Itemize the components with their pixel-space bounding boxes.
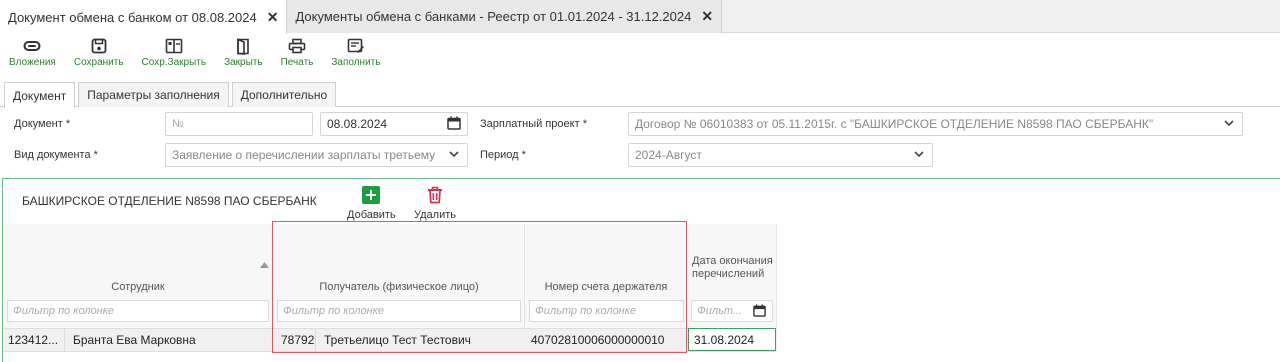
doc-tab-registry[interactable]: Документы обмена с банками - Реестр от 0…: [287, 0, 723, 33]
close-button[interactable]: Закрыть: [215, 36, 272, 76]
delete-button[interactable]: Удалить: [414, 186, 456, 221]
attachments-label: Вложения: [9, 57, 56, 68]
cell-end-date[interactable]: 31.08.2024: [688, 328, 776, 351]
filter-recipient[interactable]: Фильтр по колонке: [277, 300, 521, 322]
period-value: 2024-Август: [635, 148, 702, 162]
doc-tab-document[interactable]: Документ обмена с банком от 08.08.2024 ✕: [0, 0, 288, 34]
filter-account[interactable]: Фильтр по колонке: [529, 300, 684, 322]
save-close-button[interactable]: Сохр.Закрыть: [133, 36, 216, 76]
salary-project-select[interactable]: Договор № 06010383 от 05.11.2015г. с "БА…: [628, 112, 1243, 136]
print-label: Печать: [280, 57, 314, 68]
document-date-input[interactable]: 08.08.2024: [320, 112, 468, 136]
tab-document[interactable]: Документ: [4, 82, 76, 108]
attachments-button[interactable]: Вложения: [0, 36, 65, 76]
chevron-down-icon: [914, 149, 924, 162]
doc-tab-label: Документ обмена с банком от 08.08.2024: [8, 9, 257, 25]
fill-label: Заполнить: [331, 57, 381, 68]
cell-recipient-name: Третьелицо Тест Тестович: [324, 333, 471, 347]
column-header-end-date[interactable]: Дата окончания перечислений: [692, 255, 776, 281]
document-label: Документ *: [14, 118, 71, 130]
calendar-icon[interactable]: [447, 116, 461, 133]
close-icon[interactable]: ✕: [267, 9, 279, 26]
paperclip-icon: [23, 36, 41, 56]
cell-employee-code: 123412...: [3, 328, 65, 352]
filter-employee[interactable]: Фильтр по колонке: [7, 300, 269, 322]
save-close-label: Сохр.Закрыть: [141, 57, 207, 68]
add-button[interactable]: Добавить: [347, 186, 396, 221]
fill-button[interactable]: Заполнить: [322, 36, 389, 76]
tab-additional[interactable]: Дополнительно: [231, 82, 337, 107]
document-tabs: Документ обмена с банком от 08.08.2024 ✕…: [0, 0, 1280, 34]
salary-project-label: Зарплатный проект *: [480, 118, 587, 130]
print-button[interactable]: Печать: [272, 36, 323, 76]
delete-label: Удалить: [414, 209, 456, 221]
save-close-icon: [165, 36, 183, 56]
trash-icon: [427, 186, 443, 207]
cell-recipient-code: 78792: [276, 328, 316, 352]
add-label: Добавить: [347, 209, 396, 221]
printer-icon: [288, 36, 306, 56]
fill-form-icon: [347, 36, 365, 56]
plus-icon: [362, 186, 381, 207]
column-header-recipient[interactable]: Получатель (физическое лицо): [273, 281, 525, 293]
save-button[interactable]: Сохранить: [65, 36, 133, 76]
close-label: Закрыть: [224, 57, 263, 68]
filter-end-date-placeholder: Фильт...: [697, 305, 743, 317]
sort-icon[interactable]: [260, 257, 269, 271]
doc-type-select[interactable]: Заявление о перечислении зарплаты третье…: [165, 143, 468, 167]
chevron-down-icon: [446, 149, 459, 162]
toolbar: Вложения Сохранить Сохр.Закрыть Закрыть …: [0, 36, 389, 76]
column-header-account[interactable]: Номер счета держателя: [525, 281, 687, 293]
period-label: Период *: [480, 149, 526, 161]
floppy-disk-icon: [91, 36, 107, 56]
close-icon[interactable]: ✕: [701, 8, 713, 25]
inner-tabs: Документ Параметры заполнения Дополнител…: [0, 82, 1280, 108]
panel-title: БАШКИРСКОЕ ОТДЕЛЕНИЕ N8598 ПАО СБЕРБАНК: [22, 194, 317, 208]
document-number-input[interactable]: №: [165, 112, 313, 136]
period-select[interactable]: 2024-Август: [628, 143, 933, 167]
filter-end-date[interactable]: Фильт...: [691, 300, 773, 322]
doc-tab-label: Документы обмена с банками - Реестр от 0…: [295, 9, 692, 24]
door-icon: [236, 36, 250, 56]
doc-type-value: Заявление о перечислении зарплаты третье…: [172, 148, 436, 162]
doc-type-label: Вид документа *: [14, 149, 98, 161]
document-date-value: 08.08.2024: [327, 117, 388, 131]
tab-fill-parameters[interactable]: Параметры заполнения: [78, 82, 229, 107]
save-label: Сохранить: [73, 57, 124, 68]
cell-employee-name: Бранта Ева Марковна: [73, 333, 196, 347]
cell-account: 40702810006000000010: [531, 333, 665, 347]
calendar-icon[interactable]: [753, 304, 766, 320]
salary-project-value: Договор № 06010383 от 05.11.2015г. с "БА…: [635, 117, 1154, 131]
column-header-employee[interactable]: Сотрудник: [3, 281, 273, 293]
chevron-down-icon: [1224, 118, 1234, 131]
